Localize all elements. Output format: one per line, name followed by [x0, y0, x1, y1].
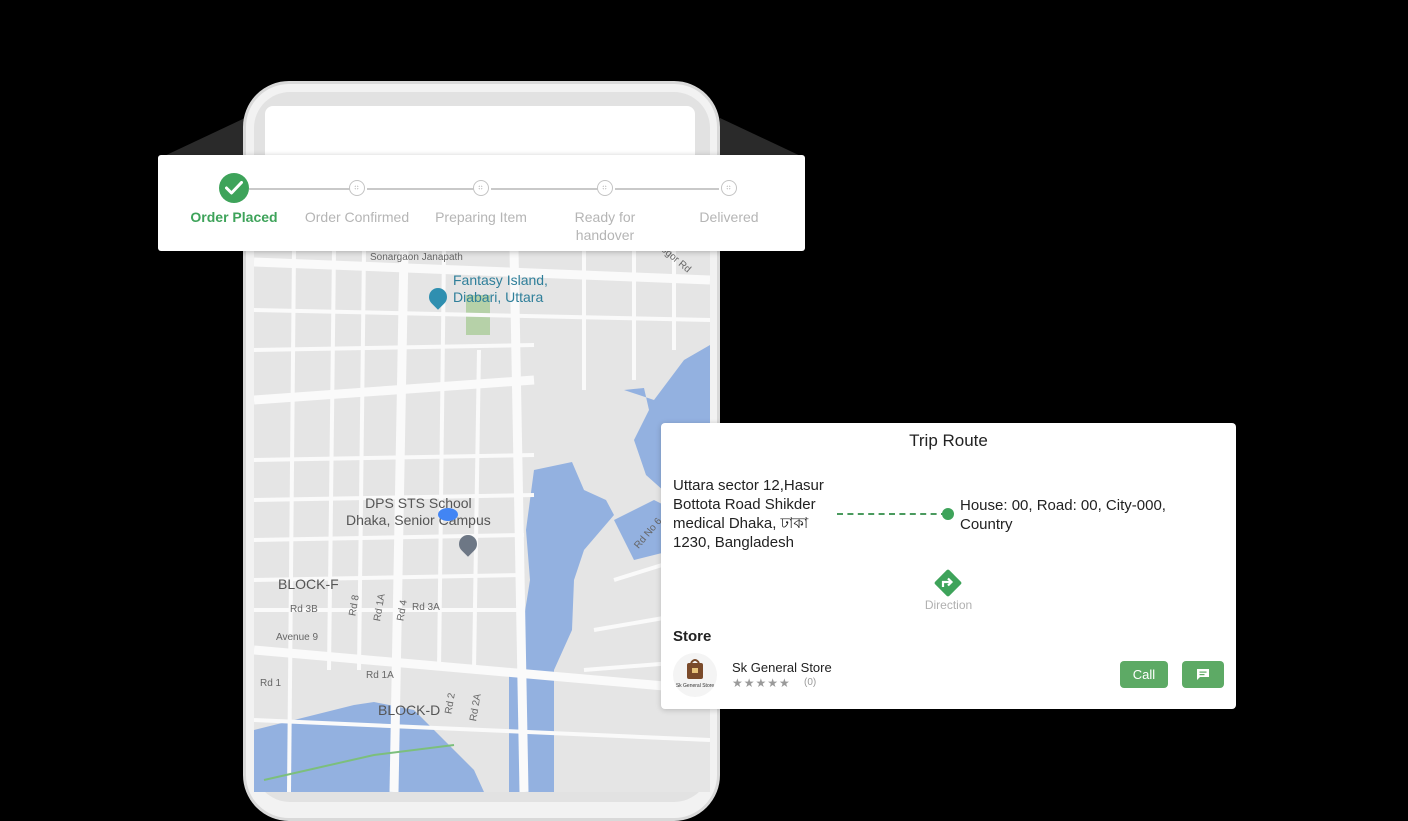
pending-step-icon [349, 180, 365, 196]
pending-step-icon [597, 180, 613, 196]
poi-name: Fantasy Island, Diabari, Uttara [453, 272, 548, 305]
bag-icon [687, 659, 703, 679]
phone-shadow-right [720, 118, 805, 158]
map-label-road: Avenue 9 [276, 632, 319, 643]
step-label-delivered: Delivered [699, 209, 759, 225]
map-view[interactable]: Sonargaon Janapath Bogor Rd Fantasy Isla… [254, 250, 710, 792]
school-name: DPS STS School Dhaka, Senior Campus [346, 495, 491, 528]
rating-count: (0) [804, 677, 817, 688]
chat-button[interactable] [1182, 661, 1224, 688]
map-label-block-f: BLOCK-F [278, 576, 339, 592]
step-connector [249, 188, 357, 190]
step-connector [367, 188, 481, 190]
order-status-tracker: Order Placed Order Confirmed Preparing I… [158, 155, 805, 251]
current-location-marker [438, 508, 458, 521]
map-label-fantasy-island: Fantasy Island, Diabari, Uttara [453, 272, 548, 306]
map-label-road: Rd 1 [260, 678, 282, 689]
chat-icon [1197, 669, 1209, 680]
pending-step-icon [473, 180, 489, 196]
direction-icon[interactable] [933, 568, 963, 598]
map-label-road: Sonargaon Janapath [370, 252, 463, 263]
star-rating-icon: ★★★★★ [732, 676, 791, 690]
map-label-road: Rd 3B [290, 604, 318, 615]
step-label-ready-for-handover: Ready for handover [574, 209, 636, 243]
call-button[interactable]: Call [1120, 661, 1168, 688]
route-connector [837, 513, 947, 515]
step-label-order-confirmed: Order Confirmed [304, 209, 410, 225]
phone-shadow-left [160, 118, 245, 158]
store-logo: Sk General Store [673, 653, 717, 697]
map-label-block-d: BLOCK-D [378, 702, 441, 718]
delivery-address: House: 00, Road: 00, City-000, Country [960, 497, 1166, 533]
destination-dot [942, 508, 954, 520]
direction-label[interactable]: Direction [661, 598, 1236, 612]
step-label-order-placed: Order Placed [190, 209, 278, 225]
pickup-address: Uttara sector 12,Hasur Bottota Road Shik… [673, 477, 824, 551]
map-label-school: DPS STS School Dhaka, Senior Campus [346, 495, 491, 529]
store-heading: Store [673, 628, 712, 645]
store-logo-text: Sk General Store [675, 683, 715, 689]
pending-step-icon [721, 180, 737, 196]
trip-route-title: Trip Route [909, 431, 988, 450]
step-connector [491, 188, 605, 190]
step-connector [615, 188, 719, 190]
map-label-road: Rd 1A [366, 670, 394, 681]
map-label-road: Rd 3A [412, 602, 440, 613]
store-name: Sk General Store [732, 660, 832, 675]
step-label-preparing-item: Preparing Item [435, 209, 527, 225]
trip-route-card: Trip Route Uttara sector 12,Hasur Bottot… [661, 423, 1236, 709]
check-icon [219, 173, 249, 203]
